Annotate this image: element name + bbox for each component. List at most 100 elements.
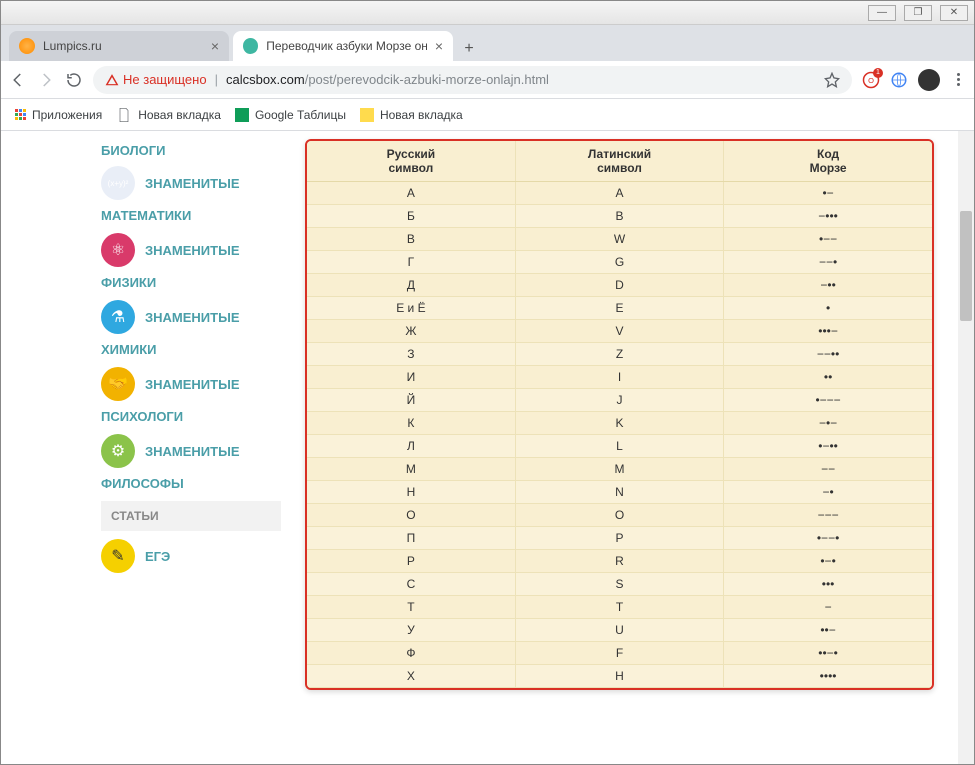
cell-morse: ••− [724, 619, 932, 642]
tab-calcsbox[interactable]: Переводчик азбуки Морзе онл × [233, 31, 453, 61]
cell-latin: N [515, 481, 723, 504]
cell-morse: −•− [724, 412, 932, 435]
profile-avatar[interactable] [918, 69, 940, 91]
sidebar-item-психологи[interactable]: 🤝 ЗНАМЕНИТЫЕ [101, 367, 281, 401]
close-icon[interactable]: × [211, 38, 219, 54]
cell-morse: • [724, 297, 932, 320]
table-header-russian: Русскийсимвол [307, 141, 515, 182]
kebab-menu-icon[interactable] [950, 73, 966, 86]
cell-morse: −−− [724, 504, 932, 527]
yandex-icon [360, 108, 374, 122]
address-bar: Не защищено | calcsbox.com/post/perevodc… [1, 61, 974, 99]
sidebar-item-label: ЗНАМЕНИТЫЕ [145, 310, 240, 325]
tab-label: Lumpics.ru [43, 39, 102, 53]
sheets-icon [235, 108, 249, 122]
table-row: Е и Ё E • [307, 297, 932, 320]
cell-morse: ••−• [724, 642, 932, 665]
translate-extension-icon[interactable] [890, 71, 908, 89]
table-row: А A •− [307, 182, 932, 205]
table-header-morse: КодМорзе [724, 141, 932, 182]
adblock-extension-icon[interactable]: O 1 [862, 71, 880, 89]
table-row: И I •• [307, 366, 932, 389]
sidebar-item-философы[interactable]: ⚙ ЗНАМЕНИТЫЕ [101, 434, 281, 468]
cell-latin: A [515, 182, 723, 205]
cell-latin: M [515, 458, 723, 481]
sidebar-item-label: ЗНАМЕНИТЫЕ [145, 176, 240, 191]
bookmark-sheets[interactable]: Google Таблицы [235, 108, 346, 122]
sidebar-item-математики[interactable]: (x+y)² ЗНАМЕНИТЫЕ [101, 166, 281, 200]
page-content: БИОЛОГИ (x+y)² ЗНАМЕНИТЫЕ МАТЕМАТИКИ ⚛ З… [1, 131, 974, 764]
cell-morse: −− [724, 458, 932, 481]
bookmark-newtab-1[interactable]: Новая вкладка [116, 107, 221, 123]
table-row: Р R •−• [307, 550, 932, 573]
cell-russian: Ф [307, 642, 515, 665]
cell-russian: У [307, 619, 515, 642]
table-row: М M −− [307, 458, 932, 481]
cell-latin: K [515, 412, 723, 435]
star-icon[interactable] [824, 72, 840, 88]
scrollbar-thumb[interactable] [960, 211, 972, 321]
category-icon: ⚗ [101, 300, 135, 334]
table-row: З Z −−•• [307, 343, 932, 366]
sidebar-category-психологи[interactable]: ПСИХОЛОГИ [101, 409, 281, 424]
cell-latin: P [515, 527, 723, 550]
cell-latin: W [515, 228, 723, 251]
cell-russian: Й [307, 389, 515, 412]
cell-russian: Б [307, 205, 515, 228]
table-row: В W •−− [307, 228, 932, 251]
cell-latin: Z [515, 343, 723, 366]
cell-morse: ••• [724, 573, 932, 596]
window-minimize-button[interactable]: — [868, 5, 896, 21]
sidebar-item-физики[interactable]: ⚛ ЗНАМЕНИТЫЕ [101, 233, 281, 267]
scrollbar-track[interactable] [958, 131, 974, 764]
table-header-latin: Латинскийсимвол [515, 141, 723, 182]
sidebar-category-математики[interactable]: МАТЕМАТИКИ [101, 208, 281, 223]
sidebar-item-ege[interactable]: ✎ ЕГЭ [101, 539, 281, 573]
url-text: calcsbox.com/post/perevodcik-azbuki-morz… [226, 72, 549, 87]
table-row: Ж V •••− [307, 320, 932, 343]
cell-russian: К [307, 412, 515, 435]
apps-grid-icon [15, 109, 26, 120]
sidebar-category-философы[interactable]: ФИЛОСОФЫ [101, 476, 281, 491]
cell-latin: B [515, 205, 723, 228]
sidebar-category-химики[interactable]: ХИМИКИ [101, 342, 281, 357]
apps-shortcut[interactable]: Приложения [15, 108, 102, 122]
back-icon[interactable] [9, 71, 27, 89]
not-secure-label: Не защищено [123, 72, 207, 87]
table-row: Д D −•• [307, 274, 932, 297]
cell-latin: R [515, 550, 723, 573]
cell-latin: T [515, 596, 723, 619]
cell-russian: Н [307, 481, 515, 504]
security-indicator[interactable]: Не защищено [105, 72, 207, 87]
cell-latin: D [515, 274, 723, 297]
bookmarks-bar: Приложения Новая вкладка Google Таблицы … [1, 99, 974, 131]
url-field[interactable]: Не защищено | calcsbox.com/post/perevodc… [93, 66, 852, 94]
ege-icon: ✎ [101, 539, 135, 573]
close-icon[interactable]: × [435, 38, 443, 54]
svg-text:O: O [868, 76, 874, 85]
page-icon [116, 107, 132, 123]
window-maximize-button[interactable]: ❐ [904, 5, 932, 21]
bookmark-newtab-2[interactable]: Новая вкладка [360, 108, 463, 122]
forward-icon[interactable] [37, 71, 55, 89]
tab-label: Переводчик азбуки Морзе онл [266, 39, 427, 53]
sidebar-category-физики[interactable]: ФИЗИКИ [101, 275, 281, 290]
cell-latin: O [515, 504, 723, 527]
calcsbox-favicon-icon [243, 38, 258, 54]
cell-morse: •−•• [724, 435, 932, 458]
category-icon: 🤝 [101, 367, 135, 401]
cell-russian: Т [307, 596, 515, 619]
table-row: П P •−−• [307, 527, 932, 550]
table-row: Л L •−•• [307, 435, 932, 458]
sidebar-category-biologists[interactable]: БИОЛОГИ [101, 143, 281, 158]
window-close-button[interactable]: ✕ [940, 5, 968, 21]
sidebar-item-химики[interactable]: ⚗ ЗНАМЕНИТЫЕ [101, 300, 281, 334]
reload-icon[interactable] [65, 71, 83, 89]
new-tab-button[interactable]: + [457, 37, 481, 61]
cell-morse: •− [724, 182, 932, 205]
cell-latin: I [515, 366, 723, 389]
window-titlebar: — ❐ ✕ [1, 1, 974, 25]
tab-lumpics[interactable]: Lumpics.ru × [9, 31, 229, 61]
cell-latin: F [515, 642, 723, 665]
cell-morse: −••• [724, 205, 932, 228]
